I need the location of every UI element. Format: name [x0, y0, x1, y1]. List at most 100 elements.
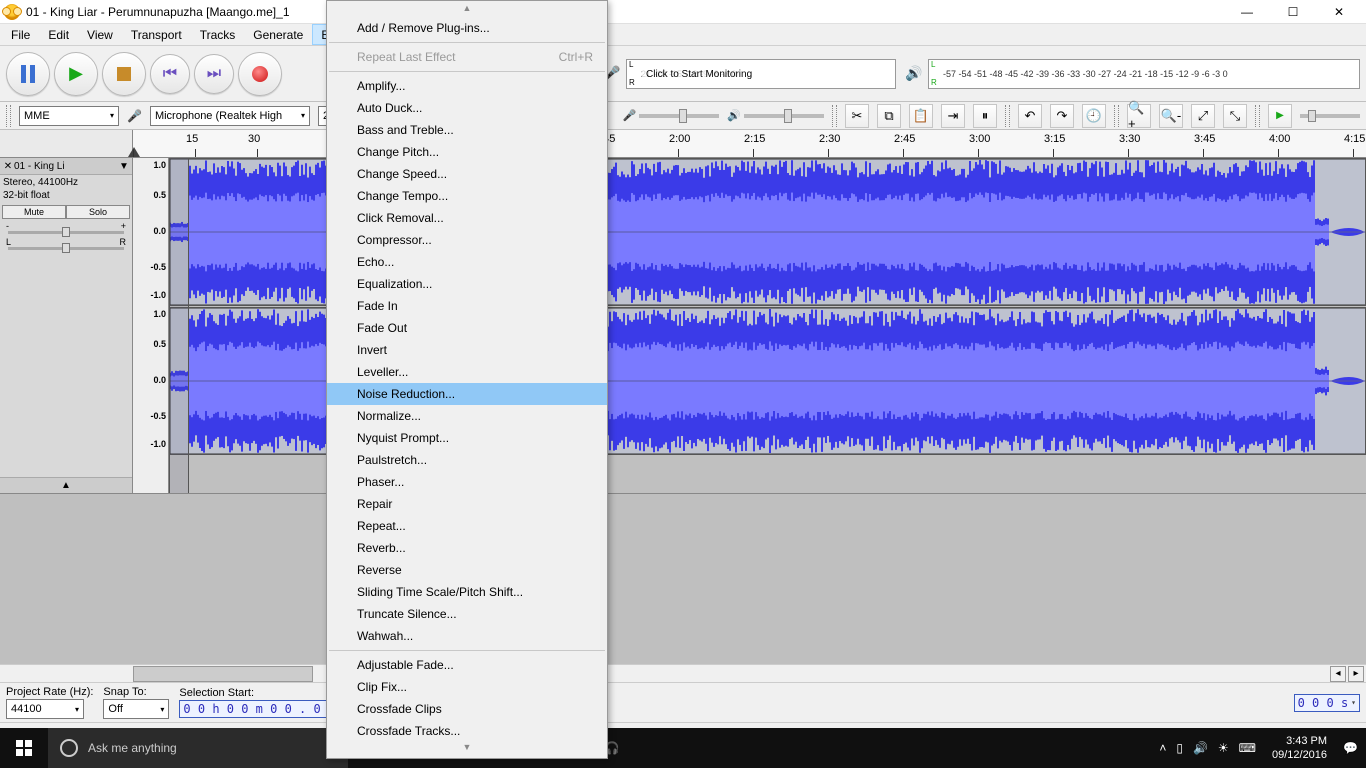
silence-button[interactable]: ⏸	[973, 104, 997, 128]
track-collapse-button[interactable]: ▲	[0, 477, 132, 493]
menu-view[interactable]: View	[78, 24, 122, 45]
notifications-icon[interactable]: 💬	[1343, 741, 1358, 755]
toolbar-grip-4[interactable]	[1114, 105, 1119, 127]
toolbar-grip-3[interactable]	[1005, 105, 1010, 127]
zoom-in-button[interactable]: 🔍+	[1127, 104, 1151, 128]
timeline-ruler[interactable]: 015301:452:002:152:302:453:003:153:303:4…	[0, 130, 1366, 158]
menu-bass-and-treble[interactable]: Bass and Treble...	[327, 119, 607, 141]
menu-equalization[interactable]: Equalization...	[327, 273, 607, 295]
menu-crossfade-tracks[interactable]: Crossfade Tracks...	[327, 720, 607, 742]
track-close-icon[interactable]: ✕	[2, 161, 14, 172]
pause-button[interactable]	[6, 52, 50, 96]
tray-battery-icon[interactable]: ▯	[1176, 741, 1183, 755]
menu-amplify[interactable]: Amplify...	[327, 75, 607, 97]
menu-clip-fix[interactable]: Clip Fix...	[327, 676, 607, 698]
menu-nyquist-prompt[interactable]: Nyquist Prompt...	[327, 427, 607, 449]
rec-meter-hint[interactable]: Click to Start Monitoring	[642, 68, 756, 81]
minimize-button[interactable]: —	[1224, 0, 1270, 24]
track-header[interactable]: ✕ 01 - King Li ▼ Stereo, 44100Hz 32-bit …	[0, 158, 133, 493]
playback-volume-slider[interactable]: 🔊	[727, 109, 824, 122]
menu-compressor[interactable]: Compressor...	[327, 229, 607, 251]
menu-invert[interactable]: Invert	[327, 339, 607, 361]
solo-button[interactable]: Solo	[66, 205, 130, 219]
scrollbar-thumb[interactable]	[133, 666, 313, 682]
toolbar-grip[interactable]	[6, 105, 11, 127]
menu-edit[interactable]: Edit	[39, 24, 78, 45]
menu-repeat-last-effect[interactable]: Repeat Last EffectCtrl+R	[327, 46, 607, 68]
menu-reverb[interactable]: Reverb...	[327, 537, 607, 559]
menu-transport[interactable]: Transport	[122, 24, 191, 45]
empty-track-area[interactable]	[0, 494, 1366, 664]
gain-slider[interactable]	[8, 231, 124, 237]
play-at-speed-button[interactable]: ▶	[1268, 104, 1292, 128]
stop-button[interactable]	[102, 52, 146, 96]
menu-paulstretch[interactable]: Paulstretch...	[327, 449, 607, 471]
redo-button[interactable]: ↷	[1050, 104, 1074, 128]
recording-volume-slider[interactable]: 🎤	[623, 109, 720, 122]
audio-host-combo[interactable]: MME▾	[19, 106, 119, 126]
maximize-button[interactable]: ☐	[1270, 0, 1316, 24]
menu-click-removal[interactable]: Click Removal...	[327, 207, 607, 229]
menu-tracks[interactable]: Tracks	[191, 24, 245, 45]
menu-wahwah[interactable]: Wahwah...	[327, 625, 607, 647]
tray-volume-icon[interactable]: 🔊	[1193, 741, 1208, 755]
start-button[interactable]	[0, 728, 48, 768]
menu-echo[interactable]: Echo...	[327, 251, 607, 273]
taskbar-clock[interactable]: 3:43 PM 09/12/2016	[1266, 734, 1333, 762]
sync-lock-button[interactable]: 🕘	[1082, 104, 1106, 128]
menu-change-pitch[interactable]: Change Pitch...	[327, 141, 607, 163]
skip-end-button[interactable]: ⏭	[194, 54, 234, 94]
scroll-left-button[interactable]: ◂	[1330, 666, 1346, 682]
tray-weather-icon[interactable]: ☀	[1218, 741, 1229, 755]
cortana-search[interactable]: Ask me anything	[48, 728, 348, 768]
menu-change-speed[interactable]: Change Speed...	[327, 163, 607, 185]
menu-reverse[interactable]: Reverse	[327, 559, 607, 581]
menu-scroll-up-icon[interactable]: ▲	[327, 3, 607, 17]
menu-fade-out[interactable]: Fade Out	[327, 317, 607, 339]
trim-button[interactable]: ⇥	[941, 104, 965, 128]
menu-add-remove-plugins[interactable]: Add / Remove Plug-ins...	[327, 17, 607, 39]
paste-button[interactable]: 📋	[909, 104, 933, 128]
toolbar-grip-5[interactable]	[1255, 105, 1260, 127]
close-button[interactable]: ✕	[1316, 0, 1362, 24]
fit-selection-button[interactable]: ⤢	[1191, 104, 1215, 128]
undo-button[interactable]: ↶	[1018, 104, 1042, 128]
menu-leveller[interactable]: Leveller...	[327, 361, 607, 383]
project-rate-combo[interactable]: 44100▾	[6, 699, 84, 719]
tray-chevron-icon[interactable]: ˄	[1159, 741, 1166, 755]
menu-normalize[interactable]: Normalize...	[327, 405, 607, 427]
menu-phaser[interactable]: Phaser...	[327, 471, 607, 493]
menu-repair[interactable]: Repair	[327, 493, 607, 515]
cut-button[interactable]: ✂	[845, 104, 869, 128]
track-menu-chevron-icon[interactable]: ▼	[118, 161, 130, 172]
selection-region[interactable]	[169, 158, 189, 493]
fit-project-button[interactable]: ⤡	[1223, 104, 1247, 128]
menu-change-tempo[interactable]: Change Tempo...	[327, 185, 607, 207]
copy-button[interactable]: ⧉	[877, 104, 901, 128]
recording-meter[interactable]: LR Click to Start Monitoring 21 -18 -15 …	[626, 59, 896, 89]
pan-slider[interactable]	[8, 247, 124, 253]
menu-auto-duck[interactable]: Auto Duck...	[327, 97, 607, 119]
menu-repeat[interactable]: Repeat...	[327, 515, 607, 537]
playback-speed-slider[interactable]	[1300, 114, 1360, 118]
playback-meter[interactable]: LR -57 -54 -51 -48 -45 -42 -39 -36 -33 -…	[928, 59, 1360, 89]
play-button[interactable]: ▶	[54, 52, 98, 96]
menu-crossfade-clips[interactable]: Crossfade Clips	[327, 698, 607, 720]
menu-generate[interactable]: Generate	[244, 24, 312, 45]
menu-scroll-down-icon[interactable]: ▼	[327, 742, 607, 756]
mute-button[interactable]: Mute	[2, 205, 66, 219]
skip-start-button[interactable]: ⏮	[150, 54, 190, 94]
tray-keyboard-icon[interactable]: ⌨	[1239, 741, 1256, 755]
menu-file[interactable]: File	[2, 24, 39, 45]
menu-adjustable-fade[interactable]: Adjustable Fade...	[327, 654, 607, 676]
record-button[interactable]	[238, 52, 282, 96]
recording-device-combo[interactable]: Microphone (Realtek High▾	[150, 106, 310, 126]
selection-end-field[interactable]: 0 0 0 s▾	[1294, 694, 1360, 712]
snap-to-combo[interactable]: Off▾	[103, 699, 169, 719]
zoom-out-button[interactable]: 🔍-	[1159, 104, 1183, 128]
menu-truncate-silence[interactable]: Truncate Silence...	[327, 603, 607, 625]
toolbar-grip-2[interactable]	[832, 105, 837, 127]
menu-fade-in[interactable]: Fade In	[327, 295, 607, 317]
horizontal-scrollbar[interactable]: ◂ ▸	[0, 664, 1366, 682]
menu-sliding-time-scale-pitch-shift[interactable]: Sliding Time Scale/Pitch Shift...	[327, 581, 607, 603]
